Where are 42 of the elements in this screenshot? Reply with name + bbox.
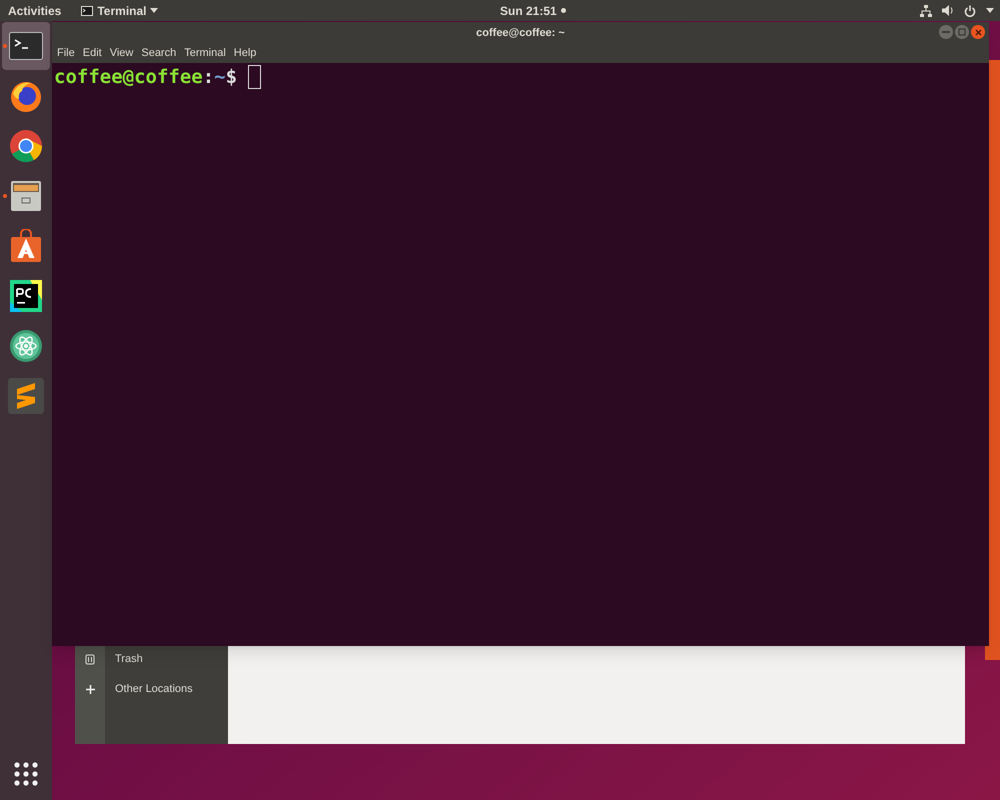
shopping-bag-icon bbox=[10, 229, 42, 263]
menu-item[interactable]: Edit bbox=[82, 45, 102, 62]
network-icon[interactable] bbox=[920, 4, 932, 16]
window-title: coffee@coffee: ~ bbox=[476, 26, 565, 41]
close-icon bbox=[974, 28, 982, 36]
atom-icon bbox=[9, 329, 43, 363]
dock-item[interactable] bbox=[2, 22, 50, 70]
chrome-icon bbox=[9, 129, 43, 163]
caret-icon bbox=[986, 8, 994, 13]
activities-button[interactable]: Activities bbox=[8, 2, 62, 20]
terminal-icon bbox=[9, 32, 43, 60]
pycharm-icon bbox=[10, 280, 42, 312]
menu-item[interactable]: Help bbox=[234, 45, 256, 62]
file-cabinet-icon bbox=[10, 180, 42, 212]
running-indicator-icon bbox=[3, 194, 7, 198]
plus-icon bbox=[86, 684, 94, 694]
sidebar-item[interactable]: Trash bbox=[115, 650, 143, 668]
prompt-symbol: $ bbox=[226, 64, 238, 90]
menu-item[interactable]: Search bbox=[141, 45, 176, 62]
terminal-icon bbox=[81, 6, 94, 16]
menu-item[interactable]: File bbox=[57, 45, 75, 62]
power-icon[interactable] bbox=[964, 4, 976, 16]
firefox-icon bbox=[9, 79, 43, 113]
prompt-path: ~ bbox=[214, 64, 226, 90]
clock[interactable]: Sun 21:51 bbox=[500, 2, 557, 20]
maximize-icon bbox=[958, 28, 966, 36]
prompt-user: coffee@coffee bbox=[54, 64, 203, 90]
sublime-icon bbox=[8, 378, 44, 414]
notification-dot-icon bbox=[560, 8, 566, 13]
trash-icon bbox=[85, 654, 95, 664]
caret-icon bbox=[150, 8, 158, 13]
close-button[interactable] bbox=[971, 25, 985, 39]
volume-icon[interactable] bbox=[942, 5, 954, 16]
prompt-separator: : bbox=[202, 64, 214, 90]
menu-item[interactable]: Terminal bbox=[184, 45, 226, 62]
text-cursor bbox=[248, 65, 262, 89]
minimize-icon bbox=[942, 31, 950, 33]
app-grid-icon bbox=[14, 762, 38, 786]
running-indicator-icon bbox=[3, 44, 7, 48]
app-menu[interactable]: Terminal bbox=[81, 2, 158, 20]
sidebar-item[interactable]: Other Locations bbox=[115, 680, 193, 698]
menu-item[interactable]: View bbox=[110, 45, 134, 62]
